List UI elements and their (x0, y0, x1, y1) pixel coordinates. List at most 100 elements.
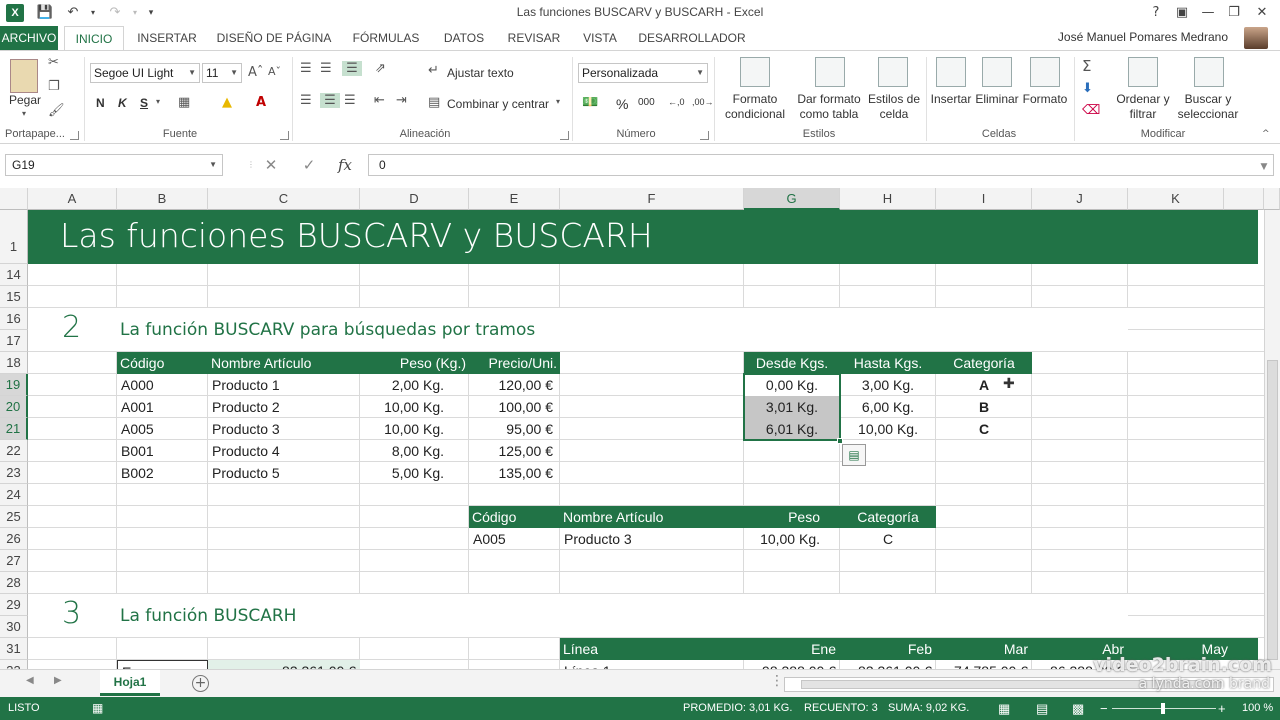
table-row[interactable]: 125,00 € (469, 440, 557, 462)
table-row[interactable]: A001 (117, 396, 208, 418)
font-launcher-icon[interactable] (280, 131, 289, 140)
row-header-26[interactable]: 26 (0, 528, 28, 550)
select-all-corner[interactable] (0, 188, 28, 210)
table-row[interactable]: 10,00 Kg. (840, 418, 936, 440)
format-as-table-icon[interactable] (815, 57, 845, 87)
decrease-indent-icon[interactable]: ⇤ (374, 93, 385, 108)
paste-icon[interactable] (10, 59, 38, 93)
align-top-icon[interactable]: ☰ (300, 61, 312, 76)
table-row[interactable]: Línea 1 (560, 660, 744, 669)
comma-style-button[interactable]: 000 (638, 97, 655, 108)
merge-center-button[interactable]: Combinar y centrar (447, 97, 549, 111)
page-layout-view-icon[interactable]: ▤ (1036, 697, 1048, 720)
autosum-icon[interactable]: Σ (1082, 57, 1091, 75)
row-header-20[interactable]: 20 (0, 396, 28, 418)
row-header-25[interactable]: 25 (0, 506, 28, 528)
increase-indent-icon[interactable]: ⇥ (396, 93, 407, 108)
ranges-header-hasta[interactable]: Hasta Kgs. (840, 352, 936, 374)
ribbon-display-icon[interactable]: ▣ (1170, 2, 1194, 24)
undo-dropdown-icon[interactable]: ▾ (82, 3, 104, 23)
table-row[interactable]: Producto 4 (208, 440, 360, 462)
col-header-e[interactable]: E (469, 188, 560, 210)
number-format-select[interactable]: Personalizada ▼ (578, 63, 708, 83)
format-as-table-button[interactable]: Dar formato como tabla (792, 92, 866, 122)
delete-cells-button[interactable]: Eliminar (974, 92, 1020, 107)
underline-dropdown-icon[interactable]: ▾ (156, 97, 160, 106)
col-header-k[interactable]: K (1128, 188, 1224, 210)
sort-filter-icon[interactable] (1128, 57, 1158, 87)
status-count[interactable]: RECUENTO: 3 (804, 697, 878, 720)
customize-toolbar-icon[interactable]: ▾ (140, 3, 162, 23)
table-row[interactable]: A000 (117, 374, 208, 396)
col-header-b[interactable]: B (117, 188, 208, 210)
table-row[interactable]: 10,00 Kg. (360, 396, 448, 418)
page-break-view-icon[interactable]: ▩ (1072, 697, 1084, 720)
table-row[interactable]: 98.388,00 € (744, 660, 840, 669)
worksheet-grid[interactable]: A B C D E F G H I J K 1 14 15 16 17 18 1… (0, 188, 1280, 669)
minimize-icon[interactable]: — (1196, 2, 1220, 24)
hlookup-header-feb[interactable]: Feb (840, 638, 936, 660)
products-header-nombre[interactable]: Nombre Artículo (208, 352, 360, 374)
table-row[interactable]: A (936, 374, 1032, 396)
clipboard-launcher-icon[interactable] (70, 131, 79, 140)
cell-styles-button[interactable]: Estilos de celda (866, 92, 922, 122)
tab-diseno-pagina[interactable]: DISEÑO DE PÁGINA (212, 26, 336, 50)
percent-style-button[interactable]: % (616, 96, 628, 112)
table-row[interactable]: 120,00 € (469, 374, 557, 396)
find-select-button[interactable]: Buscar y seleccionar (1172, 92, 1244, 122)
lookup-codigo-value[interactable]: A005 (469, 528, 560, 550)
row-header-28[interactable]: 28 (0, 572, 28, 594)
table-row[interactable]: C (936, 418, 1032, 440)
insert-cells-button[interactable]: Insertar (928, 92, 974, 107)
restore-icon[interactable]: ❐ (1222, 2, 1246, 24)
hlookup-header-mar[interactable]: Mar (936, 638, 1032, 660)
vertical-scrollbar-thumb[interactable] (1267, 360, 1278, 660)
cancel-icon[interactable]: ✕ (256, 154, 286, 176)
vertical-scrollbar-top[interactable] (1264, 188, 1280, 210)
tab-desarrollador[interactable]: DESARROLLADOR (634, 26, 750, 50)
table-row[interactable]: B001 (117, 440, 208, 462)
table-row[interactable]: B002 (117, 462, 208, 484)
hlookup-header-ene[interactable]: Ene (744, 638, 840, 660)
row-header-31[interactable]: 31 (0, 638, 28, 660)
table-row[interactable]: 3,00 Kg. (840, 374, 936, 396)
partial-cell-value[interactable]: 83.361,00 € (208, 660, 360, 669)
products-header-codigo[interactable]: Código (117, 352, 208, 374)
fill-color-icon[interactable]: ▲ (222, 95, 232, 110)
orientation-icon[interactable]: ⇗ (375, 61, 386, 76)
table-row[interactable]: Producto 5 (208, 462, 360, 484)
prev-sheet-icon[interactable]: ◀ (26, 675, 34, 686)
vertical-scrollbar[interactable] (1264, 210, 1280, 669)
row-header-32[interactable]: 32 (0, 660, 28, 669)
row-header-29[interactable]: 29 (0, 594, 28, 616)
table-row[interactable]: Producto 3 (208, 418, 360, 440)
row-header-21[interactable]: 21 (0, 418, 28, 440)
format-painter-icon[interactable]: 🖌 (48, 103, 65, 118)
col-header-d[interactable]: D (360, 188, 469, 210)
expand-formula-icon[interactable]: ▼ (1254, 156, 1274, 178)
status-sum[interactable]: SUMA: 9,02 KG. (888, 697, 969, 720)
col-header-a[interactable]: A (28, 188, 117, 210)
table-row[interactable]: Producto 1 (208, 374, 360, 396)
borders-icon[interactable]: ▦ (178, 95, 190, 110)
underline-button[interactable]: S (140, 96, 148, 110)
col-header-i[interactable]: I (936, 188, 1032, 210)
find-select-icon[interactable] (1194, 57, 1224, 87)
insert-function-icon[interactable]: fx (330, 154, 360, 176)
font-color-icon[interactable]: A (256, 95, 266, 110)
fill-icon[interactable]: ⬇ (1082, 81, 1093, 96)
user-name[interactable]: José Manuel Pomares Medrano (1058, 30, 1228, 44)
format-cells-icon[interactable] (1030, 57, 1060, 87)
products-header-peso[interactable]: Peso (Kg.) (360, 352, 469, 374)
section-title-3[interactable]: La función BUSCARH (120, 606, 296, 626)
merge-center-icon[interactable]: ▤ (428, 95, 440, 110)
table-row[interactable]: 8,00 Kg. (360, 440, 448, 462)
table-row[interactable]: 83.361,00 € (840, 660, 936, 669)
align-bottom-icon[interactable]: ☰ (342, 61, 362, 76)
decrease-decimal-button[interactable]: ,00→ (692, 97, 714, 107)
hlookup-header-linea[interactable]: Línea (560, 638, 744, 660)
status-average[interactable]: PROMEDIO: 3,01 KG. (683, 697, 792, 720)
zoom-slider-thumb[interactable] (1161, 703, 1165, 714)
increase-decimal-button[interactable]: ←,0 (668, 97, 685, 107)
col-header-h[interactable]: H (840, 188, 936, 210)
